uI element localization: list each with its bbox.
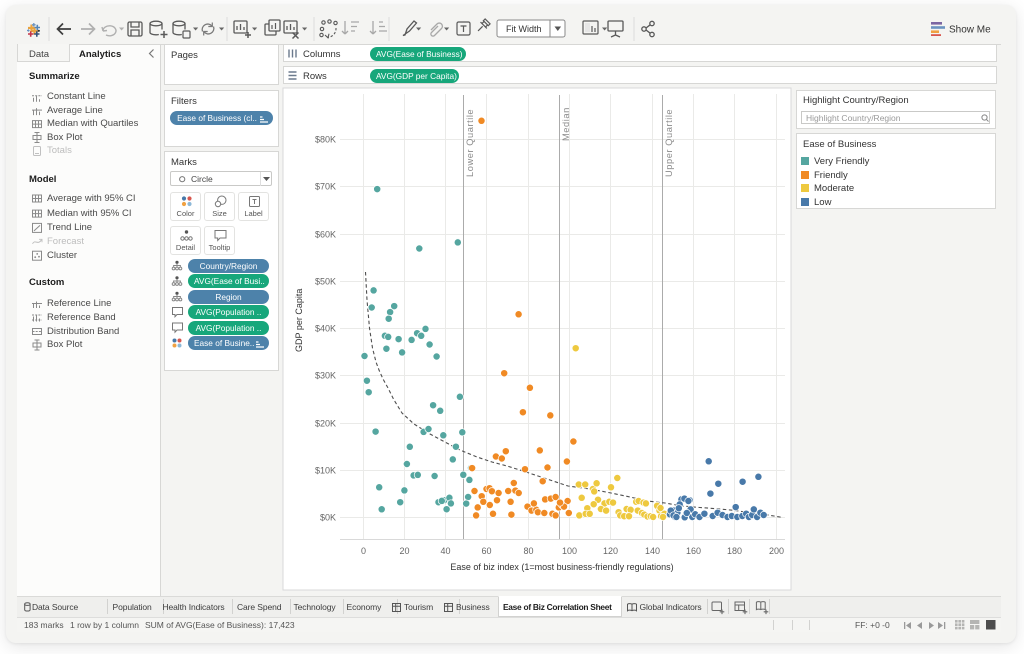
svg-text:$60K: $60K: [315, 230, 336, 240]
svg-text:80: 80: [523, 546, 533, 556]
svg-text:0: 0: [361, 546, 366, 556]
svg-text:180: 180: [727, 546, 742, 556]
svg-text:$0K: $0K: [320, 513, 336, 523]
svg-text:100: 100: [562, 546, 577, 556]
svg-text:60: 60: [481, 546, 491, 556]
svg-text:Upper Quartile: Upper Quartile: [664, 109, 674, 177]
svg-text:140: 140: [645, 546, 660, 556]
svg-text:160: 160: [686, 546, 701, 556]
svg-text:$30K: $30K: [315, 371, 336, 381]
svg-text:Lower Quartile: Lower Quartile: [465, 109, 475, 177]
svg-text:$20K: $20K: [315, 419, 336, 429]
svg-text:Ease of biz index (1=most busi: Ease of biz index (1=most business-frien…: [450, 562, 673, 572]
svg-text:40: 40: [440, 546, 450, 556]
svg-text:20: 20: [399, 546, 409, 556]
svg-text:$40K: $40K: [315, 324, 336, 334]
svg-text:GDP per Capita: GDP per Capita: [294, 289, 304, 352]
svg-text:200: 200: [769, 546, 784, 556]
svg-text:$10K: $10K: [315, 466, 336, 476]
svg-text:$70K: $70K: [315, 182, 336, 192]
svg-text:120: 120: [603, 546, 618, 556]
svg-text:Median: Median: [561, 107, 571, 141]
svg-text:$80K: $80K: [315, 135, 336, 145]
svg-text:$50K: $50K: [315, 277, 336, 287]
